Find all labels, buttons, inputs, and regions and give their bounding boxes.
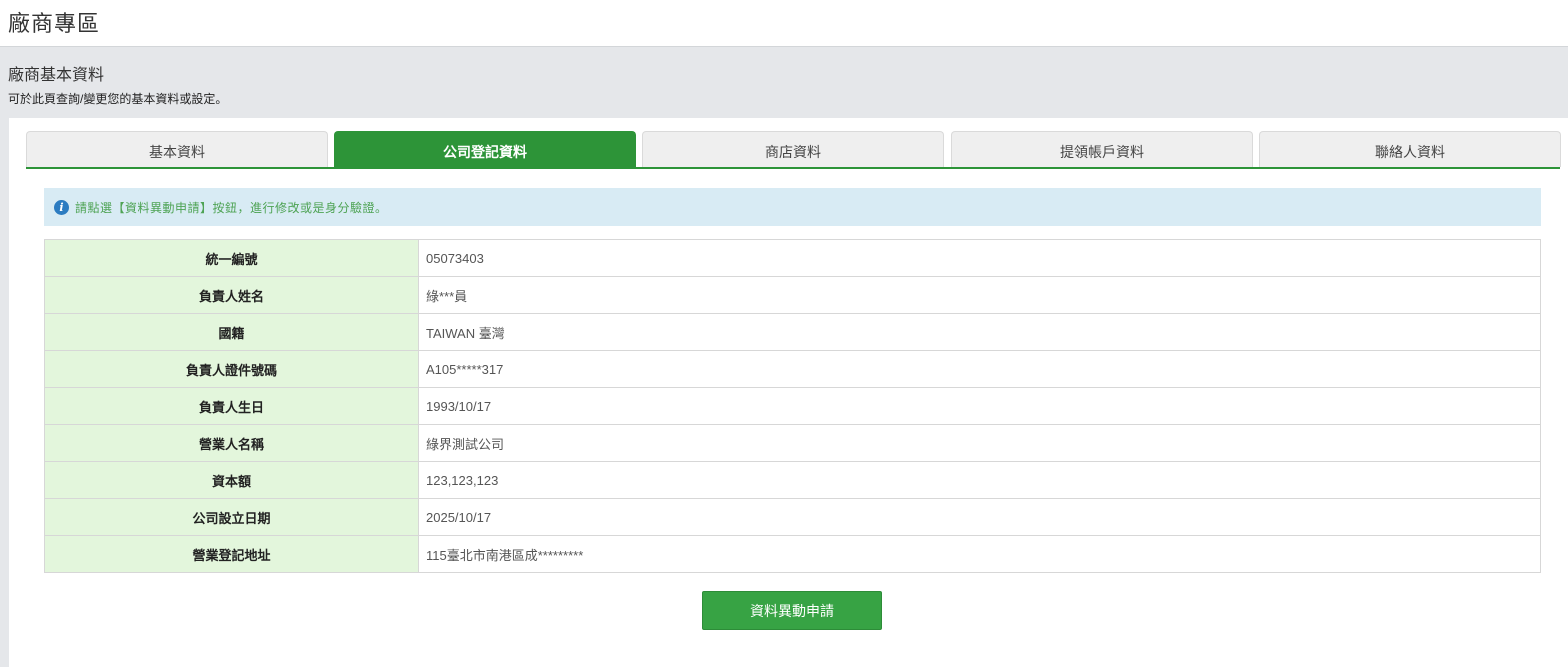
content-panel: 基本資料 公司登記資料 商店資料 提領帳戶資料 聯絡人資料 i 請點選【資料異動… bbox=[9, 118, 1568, 667]
table-row: 統一編號 05073403 bbox=[44, 239, 1541, 277]
apply-change-button[interactable]: 資料異動申請 bbox=[702, 591, 882, 630]
tab-store-info[interactable]: 商店資料 bbox=[642, 131, 944, 167]
tab-basic-info[interactable]: 基本資料 bbox=[26, 131, 328, 167]
row-label: 公司設立日期 bbox=[44, 498, 419, 536]
row-label: 統一編號 bbox=[44, 239, 419, 277]
table-row: 公司設立日期 2025/10/17 bbox=[44, 498, 1541, 536]
tab-contact-info[interactable]: 聯絡人資料 bbox=[1259, 131, 1561, 167]
row-value: 123,123,123 bbox=[418, 461, 1541, 499]
row-value: 05073403 bbox=[418, 239, 1541, 277]
row-label: 營業人名稱 bbox=[44, 424, 419, 462]
tab-bar: 基本資料 公司登記資料 商店資料 提領帳戶資料 聯絡人資料 bbox=[26, 131, 1561, 169]
row-value: TAIWAN 臺灣 bbox=[418, 313, 1541, 351]
row-value: 2025/10/17 bbox=[418, 498, 1541, 536]
row-value: 115臺北市南港區成********* bbox=[418, 535, 1541, 573]
info-notice: i 請點選【資料異動申請】按鈕，進行修改或是身分驗證。 bbox=[44, 188, 1541, 226]
company-info-table: 統一編號 05073403 負責人姓名 綠***員 國籍 TAIWAN 臺灣 負… bbox=[44, 239, 1541, 573]
top-header: 廠商專區 bbox=[0, 0, 1568, 47]
notice-text: 請點選【資料異動申請】按鈕，進行修改或是身分驗證。 bbox=[75, 200, 388, 215]
row-label: 負責人姓名 bbox=[44, 276, 419, 314]
row-label: 負責人證件號碼 bbox=[44, 350, 419, 388]
tab-company-registration[interactable]: 公司登記資料 bbox=[334, 131, 636, 167]
row-value: 綠***員 bbox=[418, 276, 1541, 314]
table-row: 營業人名稱 綠界測試公司 bbox=[44, 424, 1541, 462]
table-row: 負責人證件號碼 A105*****317 bbox=[44, 350, 1541, 388]
table-row: 營業登記地址 115臺北市南港區成********* bbox=[44, 535, 1541, 573]
tab-withdrawal-account[interactable]: 提領帳戶資料 bbox=[951, 131, 1253, 167]
page-title: 廠商專區 bbox=[8, 11, 101, 36]
row-value: 1993/10/17 bbox=[418, 387, 1541, 425]
table-row: 負責人姓名 綠***員 bbox=[44, 276, 1541, 314]
row-label: 負責人生日 bbox=[44, 387, 419, 425]
info-icon: i bbox=[54, 199, 69, 215]
section-title: 廠商基本資料 bbox=[8, 67, 105, 84]
row-label: 營業登記地址 bbox=[44, 535, 419, 573]
section-description: 可於此頁查詢/變更您的基本資料或設定。 bbox=[8, 92, 228, 106]
row-label: 資本額 bbox=[44, 461, 419, 499]
section-header: 廠商基本資料 可於此頁查詢/變更您的基本資料或設定。 bbox=[0, 48, 1568, 118]
table-row: 負責人生日 1993/10/17 bbox=[44, 387, 1541, 425]
row-label: 國籍 bbox=[44, 313, 419, 351]
table-row: 國籍 TAIWAN 臺灣 bbox=[44, 313, 1541, 351]
row-value: A105*****317 bbox=[418, 350, 1541, 388]
table-row: 資本額 123,123,123 bbox=[44, 461, 1541, 499]
row-value: 綠界測試公司 bbox=[418, 424, 1541, 462]
